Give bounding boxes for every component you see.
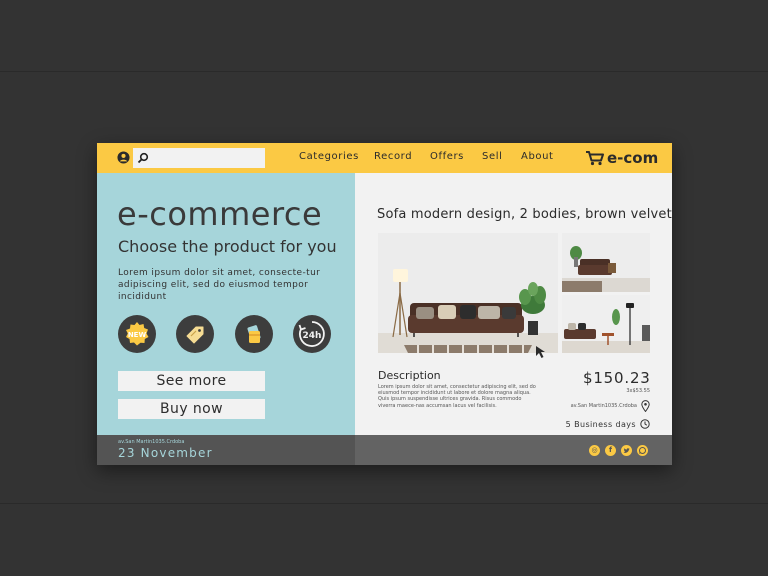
background-divider-bottom — [0, 503, 768, 504]
background-divider-top — [0, 71, 768, 72]
logo-text: e-com — [607, 149, 659, 167]
description-text: Lorem ipsum dolor sit amet, consectetur … — [378, 384, 536, 409]
footer-date: 23 November — [118, 446, 213, 460]
twitter-bird-glyph — [623, 448, 630, 453]
buy-now-button[interactable]: Buy now — [118, 399, 265, 419]
store-address-text: av.San Martin1035.Crdoba — [570, 403, 637, 409]
product-panel: Sofa modern design, 2 bodies, brown velv… — [355, 173, 672, 435]
delivery-time: 5 Business days — [566, 419, 650, 429]
see-more-button[interactable]: See more — [118, 371, 265, 391]
clock-icon — [640, 419, 650, 429]
store-address: av.San Martin1035.Crdoba — [571, 400, 650, 412]
instagram-icon[interactable]: ◎ — [589, 445, 600, 456]
feature-price-tag[interactable] — [176, 315, 214, 353]
nav-record[interactable]: Record — [374, 151, 412, 162]
search-input[interactable] — [133, 148, 265, 168]
top-nav-bar: Categories Record Offers Sell About e-co… — [97, 143, 672, 173]
location-pin-icon — [641, 400, 650, 412]
twitter-icon[interactable] — [621, 445, 632, 456]
whatsapp-glyph — [639, 447, 646, 454]
price-tag-icon — [186, 326, 204, 344]
installments-text: 3x$53.55 — [626, 388, 650, 394]
description-title: Description — [378, 369, 441, 382]
feature-new[interactable]: NEW — [118, 315, 156, 353]
footer-info: av.San Martin1035.Crdoba 23 November — [97, 435, 355, 465]
facebook-icon[interactable]: f — [605, 445, 616, 456]
feature-24h[interactable]: 24h — [293, 315, 331, 353]
footer-address: av.San Martin1035.Crdoba — [118, 439, 185, 445]
thumbnail-2-image — [562, 295, 650, 353]
product-thumbnail-1[interactable] — [562, 233, 650, 292]
hero-title: e-commerce — [117, 195, 323, 233]
nav-categories[interactable]: Categories — [299, 151, 359, 162]
feature-payment[interactable] — [235, 315, 273, 353]
thumbnail-1-image — [562, 233, 650, 292]
product-thumbnail-2[interactable] — [562, 295, 650, 353]
nav-about[interactable]: About — [521, 151, 554, 162]
user-icon[interactable] — [117, 151, 130, 164]
product-title: Sofa modern design, 2 bodies, brown velv… — [377, 207, 672, 222]
hero-subtitle: Choose the product for you — [118, 237, 337, 256]
new-badge-label: NEW — [128, 331, 147, 339]
ecommerce-card: Categories Record Offers Sell About e-co… — [97, 143, 672, 465]
sofa-scene-image — [378, 233, 558, 353]
cursor-icon — [536, 346, 545, 358]
nav-offers[interactable]: Offers — [430, 151, 464, 162]
hero-panel: e-commerce Choose the product for you Lo… — [97, 173, 355, 435]
cart-icon — [586, 151, 604, 166]
24h-label: 24h — [303, 331, 322, 341]
delivery-time-text: 5 Business days — [565, 419, 636, 429]
new-badge-icon: NEW — [126, 322, 149, 346]
product-main-photo[interactable] — [378, 233, 558, 353]
footer-social-bar: ◎ f — [355, 435, 672, 465]
brand-logo[interactable]: e-com — [585, 148, 658, 168]
24h-icon: 24h — [298, 321, 325, 347]
hero-description: Lorem ipsum dolor sit amet, consecte-tur… — [118, 268, 321, 302]
whatsapp-icon[interactable] — [637, 445, 648, 456]
search-icon — [137, 152, 149, 164]
nav-sell[interactable]: Sell — [482, 151, 502, 162]
product-price: $150.23 — [583, 369, 651, 387]
card-payment-icon — [247, 325, 261, 343]
